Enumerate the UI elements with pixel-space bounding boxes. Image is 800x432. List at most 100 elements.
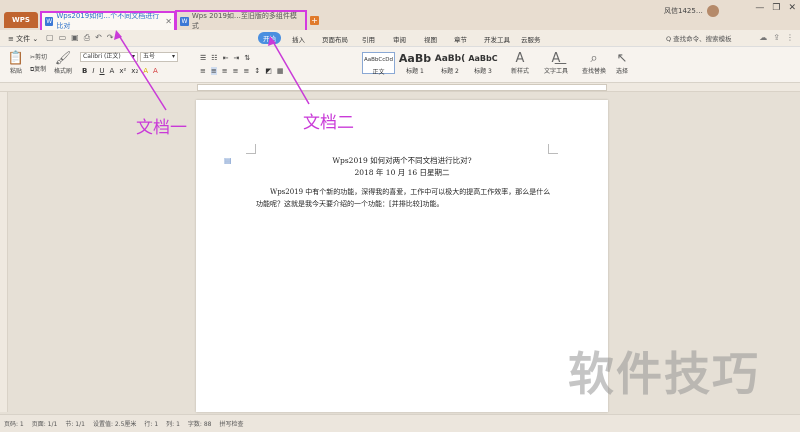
menu-references[interactable]: 引用 bbox=[362, 34, 375, 44]
italic-button[interactable]: I bbox=[92, 67, 94, 75]
paragraph-row-2: ≡ ≡ ≡ ≡ ≡ ↕ ◩ ▦ bbox=[200, 67, 284, 75]
new-doc-icon[interactable]: ▢ bbox=[46, 33, 54, 43]
shading-icon[interactable]: ◩ bbox=[265, 67, 272, 75]
horizontal-ruler[interactable] bbox=[0, 83, 800, 92]
style-icon: A bbox=[515, 51, 525, 66]
paste-button[interactable]: 📋 粘贴 bbox=[6, 51, 26, 75]
decrease-indent-icon[interactable]: ⇤ bbox=[223, 54, 229, 62]
font-size-select[interactable]: 五号 ▾ bbox=[140, 52, 178, 62]
line-spacing-icon[interactable]: ↕ bbox=[254, 67, 260, 75]
share-icon[interactable]: ⇪ bbox=[773, 33, 780, 42]
copy-button[interactable]: ⧉复制 bbox=[30, 64, 46, 74]
font-color-button[interactable]: A bbox=[153, 67, 158, 75]
align-right-icon[interactable]: ≡ bbox=[222, 67, 228, 75]
undo-icon[interactable]: ↶ bbox=[95, 33, 102, 43]
highlight-color-button[interactable]: A bbox=[143, 67, 148, 75]
command-search[interactable]: Q 查找命令、搜索模板 bbox=[666, 33, 732, 43]
new-style-button[interactable]: A 新样式 bbox=[506, 51, 534, 75]
menu-section[interactable]: 章节 bbox=[454, 34, 467, 44]
chevron-down-icon: ▾ bbox=[171, 53, 175, 60]
paste-icon: 📋 bbox=[7, 51, 25, 66]
ribbon-toolbar: 📋 粘贴 ✂剪切 ⧉复制 🖌 格式刷 Calibri (正文) ▾ 五号 ▾ B I… bbox=[0, 47, 800, 83]
redo-icon[interactable]: ↷ bbox=[107, 33, 114, 43]
bullet-list-icon[interactable]: ☰ bbox=[200, 54, 206, 62]
status-word-count[interactable]: 字数: 88 bbox=[188, 419, 212, 428]
document-title: Wps2019 如何对两个不同文档进行比对? bbox=[332, 156, 472, 165]
close-window-button[interactable]: ✕ bbox=[788, 3, 796, 13]
distribute-icon[interactable]: ≡ bbox=[244, 67, 250, 75]
top-right-tools: ☁ ⇪ ⋮ bbox=[759, 33, 794, 42]
cut-button[interactable]: ✂剪切 bbox=[30, 52, 47, 61]
status-position: 设置值: 2.5厘米 bbox=[92, 421, 137, 428]
save-icon[interactable]: ▣ bbox=[71, 33, 79, 43]
menu-review[interactable]: 审阅 bbox=[393, 34, 406, 44]
border-icon[interactable]: ▦ bbox=[277, 67, 284, 75]
font-name-select[interactable]: Calibri (正文) ▾ bbox=[80, 52, 138, 62]
avatar[interactable] bbox=[706, 5, 719, 17]
annotation-doc2: 文档二 bbox=[303, 113, 354, 133]
subscript-button[interactable]: x₂ bbox=[131, 67, 138, 75]
open-icon[interactable]: ▭ bbox=[59, 33, 67, 43]
justify-icon[interactable]: ≡ bbox=[233, 67, 239, 75]
text-tools-icon: A͟ bbox=[551, 51, 561, 66]
document-page[interactable]: ▤ Wps2019 如何对两个不同文档进行比对? 2018 年 10 月 16 … bbox=[196, 100, 608, 412]
underline-button[interactable]: U bbox=[99, 67, 104, 75]
margin-corner bbox=[548, 144, 558, 154]
select-button[interactable]: ↖ 选择 bbox=[612, 51, 632, 75]
menu-view[interactable]: 视图 bbox=[424, 34, 437, 44]
menu-developer[interactable]: 开发工具 bbox=[484, 34, 510, 44]
quick-access-toolbar: ▢ ▭ ▣ ⎙ ↶ ↷ bbox=[46, 33, 114, 43]
more-icon[interactable]: ⋮ bbox=[786, 33, 794, 42]
superscript-button[interactable]: x² bbox=[119, 67, 126, 75]
align-center-icon[interactable]: ≡ bbox=[210, 67, 217, 75]
menu-page-layout[interactable]: 页面布局 bbox=[322, 34, 348, 44]
chevron-down-icon: ▾ bbox=[131, 53, 135, 60]
status-page-number: 页码: 1 bbox=[4, 421, 24, 428]
margin-corner bbox=[246, 144, 256, 154]
text-tools-button[interactable]: A͟ 文字工具 bbox=[540, 51, 572, 75]
style-heading-1[interactable]: AaBb 标题 1 bbox=[398, 52, 432, 75]
format-painter-button[interactable]: 🖌 格式刷 bbox=[52, 51, 74, 75]
watermark: 软件技巧 bbox=[568, 347, 760, 401]
annotation-doc1: 文档一 bbox=[136, 118, 187, 138]
menu-start[interactable]: 开始 bbox=[258, 32, 281, 44]
style-heading-3[interactable]: AaBbC 标题 3 bbox=[468, 52, 498, 75]
highlight-box-doc1 bbox=[40, 11, 176, 32]
align-left-icon[interactable]: ≡ bbox=[200, 67, 206, 75]
minimize-button[interactable]: — bbox=[755, 3, 764, 13]
menu-bar: ≡ 文件 ⌄ ▢ ▭ ▣ ⎙ ↶ ↷ 开始 插入 页面布局 引用 审阅 视图 章… bbox=[0, 30, 800, 47]
find-replace-button[interactable]: ⌕ 查找替换 bbox=[578, 51, 610, 75]
status-items: 页码: 1 页面: 1/1 节: 1/1 设置值: 2.5厘米 行: 1 列: … bbox=[4, 419, 244, 428]
increase-indent-icon[interactable]: ⇥ bbox=[233, 54, 239, 62]
document-body-text: Wps2019 中有个新的功能，深得我的喜爱，工作中可以极大的提高工作效率，那么… bbox=[256, 188, 551, 208]
maximize-button[interactable]: ❐ bbox=[772, 3, 780, 13]
strikethrough-button[interactable]: A bbox=[110, 67, 115, 75]
paragraph-row-1: ☰ ☷ ⇤ ⇥ ⇅ bbox=[200, 54, 250, 62]
bold-button[interactable]: B bbox=[82, 67, 87, 75]
sync-icon[interactable]: ☁ bbox=[759, 33, 767, 42]
status-line: 行: 1 bbox=[144, 421, 159, 428]
print-icon[interactable]: ⎙ bbox=[84, 33, 90, 43]
document-date: 2018 年 10 月 16 日星期二 bbox=[354, 168, 450, 177]
new-tab-button[interactable]: + bbox=[310, 16, 319, 25]
style-heading-2[interactable]: AaBb( 标题 2 bbox=[434, 52, 466, 75]
window-controls: — ❐ ✕ bbox=[755, 3, 796, 13]
vertical-ruler[interactable] bbox=[0, 92, 8, 412]
search-icon: ⌕ bbox=[590, 51, 598, 66]
spell-check-toggle[interactable]: 拼写检查 bbox=[220, 419, 244, 428]
menu-insert[interactable]: 插入 bbox=[292, 34, 305, 44]
status-pages: 页面: 1/1 bbox=[31, 421, 58, 428]
style-normal[interactable]: AaBbCcDd 正文 bbox=[362, 52, 395, 76]
wps-home-tab[interactable]: WPS bbox=[4, 12, 38, 28]
status-bar: 页码: 1 页面: 1/1 节: 1/1 设置值: 2.5厘米 行: 1 列: … bbox=[0, 414, 800, 432]
font-format-row: B I U A x² x₂ A A bbox=[82, 67, 158, 75]
menu-cloud[interactable]: 云服务 bbox=[521, 34, 541, 44]
user-account[interactable]: 风信1425… bbox=[664, 5, 719, 17]
status-section: 节: 1/1 bbox=[65, 421, 85, 428]
numbered-list-icon[interactable]: ☷ bbox=[211, 54, 217, 62]
brush-icon: 🖌 bbox=[54, 51, 72, 66]
file-menu[interactable]: ≡ 文件 ⌄ bbox=[8, 34, 38, 44]
status-column: 列: 1 bbox=[166, 421, 180, 428]
user-name: 风信1425… bbox=[664, 7, 703, 15]
sort-icon[interactable]: ⇅ bbox=[244, 54, 250, 62]
